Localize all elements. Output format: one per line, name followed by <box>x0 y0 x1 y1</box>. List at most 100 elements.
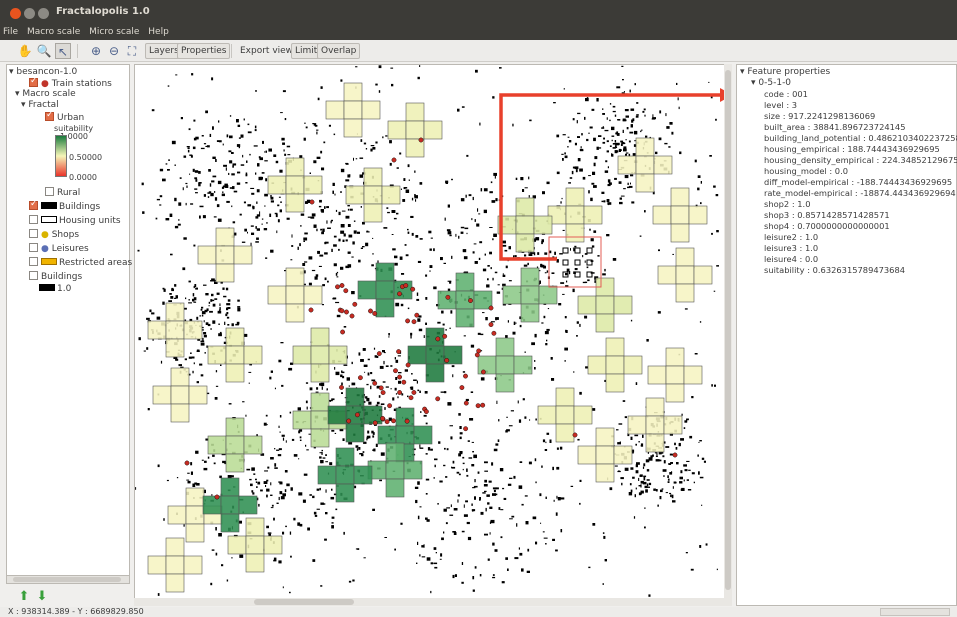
train-station-marker[interactable] <box>459 385 465 390</box>
train-station-marker[interactable] <box>340 329 346 335</box>
train-station-marker[interactable] <box>572 432 578 438</box>
train-station-marker[interactable] <box>435 336 441 342</box>
fractal-cell[interactable] <box>375 298 395 318</box>
fractal-cell[interactable] <box>357 280 377 300</box>
close-window-button[interactable] <box>10 8 21 19</box>
selection-handle[interactable] <box>562 259 569 266</box>
fractal-cell[interactable] <box>243 345 263 365</box>
fractal-cell[interactable] <box>375 262 395 282</box>
fractal-cell[interactable] <box>325 100 345 120</box>
train-station-marker[interactable] <box>397 291 402 297</box>
map-hscroll[interactable] <box>134 598 732 606</box>
fractal-cell[interactable] <box>225 453 245 473</box>
fractal-cell[interactable] <box>595 295 615 315</box>
layer-leisures[interactable]: ● Leisures <box>29 243 89 255</box>
fractal-cell[interactable] <box>583 205 603 225</box>
fractal-cell[interactable] <box>225 435 245 455</box>
fractal-cell[interactable] <box>555 423 575 443</box>
train-station-marker[interactable] <box>384 419 390 425</box>
tree-root[interactable]: ▾ besancon-1.0 <box>9 67 77 78</box>
layer-shops[interactable]: ● Shops <box>29 229 79 241</box>
fractal-cell[interactable] <box>555 387 575 407</box>
fractal-cell[interactable] <box>220 495 240 515</box>
fractal-cell[interactable] <box>653 155 673 175</box>
fractal-cell[interactable] <box>573 405 593 425</box>
fractal-cell[interactable] <box>170 367 190 387</box>
maximize-window-button[interactable] <box>38 8 49 19</box>
fractal-cell[interactable] <box>147 320 167 340</box>
fractal-cell[interactable] <box>623 355 643 375</box>
fractal-cell[interactable] <box>183 320 203 340</box>
fractal-cell[interactable] <box>663 415 683 435</box>
fractal-cell[interactable] <box>538 285 558 305</box>
scroll-thumb[interactable] <box>13 577 121 582</box>
fractal-cell[interactable] <box>520 267 540 287</box>
scroll-thumb[interactable] <box>254 599 354 605</box>
fractal-cell[interactable] <box>310 410 330 430</box>
fractal-cell[interactable] <box>225 363 245 383</box>
fractal-cell[interactable] <box>292 345 312 365</box>
fractal-cell[interactable] <box>515 197 535 217</box>
fractal-cell[interactable] <box>361 100 381 120</box>
layer-buildings[interactable]: Buildings <box>29 199 100 213</box>
fractal-cell[interactable] <box>577 295 597 315</box>
fractal-cell[interactable] <box>385 478 405 498</box>
urban-checkbox[interactable] <box>45 110 54 121</box>
fractal-cell[interactable] <box>220 513 240 533</box>
train-station-marker[interactable] <box>480 402 486 408</box>
train-station-marker[interactable] <box>357 375 363 381</box>
fractal-cell[interactable] <box>595 445 615 465</box>
fractal-cell[interactable] <box>670 205 690 225</box>
fractal-cell[interactable] <box>425 327 445 347</box>
fractal-cell[interactable] <box>152 385 172 405</box>
fractal-cell[interactable] <box>393 280 413 300</box>
zoom-icon[interactable]: 🔍 <box>36 43 52 59</box>
tree-macro-scale[interactable]: ▾ Macro scale <box>15 89 76 100</box>
train-station-marker[interactable] <box>463 400 469 406</box>
fractal-cell[interactable] <box>605 373 625 393</box>
move-layer-up-icon[interactable]: ⬆ <box>18 590 30 604</box>
fractal-cell[interactable] <box>310 392 330 412</box>
fractal-cell[interactable] <box>335 465 355 485</box>
fractal-cell[interactable] <box>473 290 493 310</box>
fractal-cell[interactable] <box>327 405 347 425</box>
fractal-cell[interactable] <box>635 155 655 175</box>
train-station-marker[interactable] <box>418 137 424 143</box>
train-station-marker[interactable] <box>405 318 410 324</box>
train-station-marker[interactable] <box>476 348 482 354</box>
shops-checkbox[interactable] <box>29 229 38 238</box>
fractal-cell[interactable] <box>595 463 615 483</box>
leisures-checkbox[interactable] <box>29 243 38 252</box>
train-station-marker[interactable] <box>376 351 382 356</box>
layer-housing-units[interactable]: Housing units <box>29 215 121 227</box>
fractal-cell[interactable] <box>617 155 637 175</box>
fractal-cell[interactable] <box>665 365 685 385</box>
fractal-cell[interactable] <box>245 535 265 555</box>
fractal-cell[interactable] <box>165 573 185 593</box>
map-vscroll[interactable] <box>724 64 732 600</box>
fractal-cell[interactable] <box>227 535 247 555</box>
fractal-cell[interactable] <box>683 365 703 385</box>
selection-handle[interactable] <box>562 247 569 254</box>
fractal-cell[interactable] <box>263 535 283 555</box>
fractal-cell[interactable] <box>405 120 425 140</box>
overlap-button[interactable]: Overlap <box>317 43 361 59</box>
train-station-marker[interactable] <box>346 418 352 424</box>
fractal-cell[interactable] <box>657 265 677 285</box>
fractal-cell[interactable] <box>345 185 365 205</box>
buildings-checkbox[interactable] <box>29 199 38 210</box>
fractal-cell[interactable] <box>310 327 330 347</box>
fractal-cell[interactable] <box>285 175 305 195</box>
selection-handle[interactable] <box>574 247 581 254</box>
fractal-cell[interactable] <box>238 495 258 515</box>
fractal-cell[interactable] <box>215 227 235 247</box>
train-station-marker[interactable] <box>403 283 409 288</box>
train-station-marker[interactable] <box>344 309 349 315</box>
train-station-marker[interactable] <box>444 357 450 363</box>
fractal-cell[interactable] <box>267 175 287 195</box>
fractal-cell[interactable] <box>243 435 263 455</box>
fractal-cell[interactable] <box>165 320 185 340</box>
fractal-cell[interactable] <box>595 313 615 333</box>
fractal-cell[interactable] <box>385 460 405 480</box>
fractal-cell[interactable] <box>605 337 625 357</box>
